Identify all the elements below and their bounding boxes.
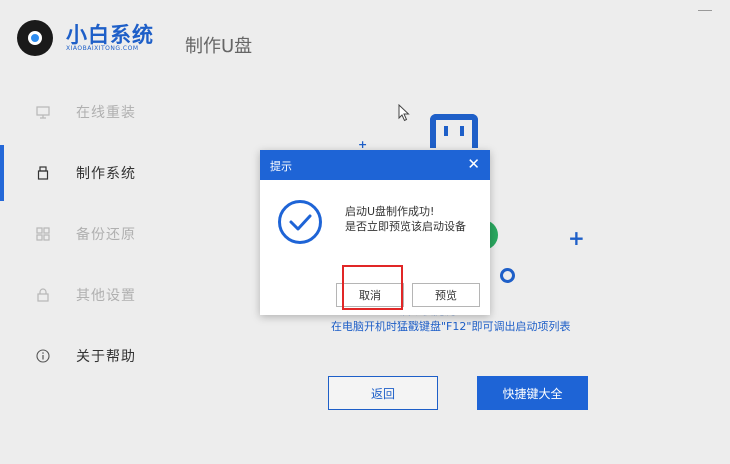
sidebar-item-backup-restore[interactable]: 备份还原 <box>0 214 170 254</box>
sidebar-item-label: 备份还原 <box>76 227 136 243</box>
sidebar-item-make-system[interactable]: 制作系统 <box>0 153 170 193</box>
highlight-annotation <box>342 265 403 310</box>
sidebar-item-online-reinstall[interactable]: 在线重装 <box>0 92 170 132</box>
brand-subtitle: XIAOBAIXITONG.COM <box>66 45 139 52</box>
sidebar-item-other-settings[interactable]: 其他设置 <box>0 275 170 315</box>
sidebar-item-label: 在线重装 <box>76 105 136 121</box>
hotkey-instruction: 在电脑开机时猛戳键盘"F12"即可调出启动项列表 <box>331 320 571 333</box>
dialog-message-question: 是否立即预览该启动设备 <box>345 220 466 233</box>
monitor-icon <box>36 105 50 119</box>
mouse-cursor-icon <box>398 104 410 122</box>
page-title: 制作U盘 <box>185 36 253 57</box>
preview-button[interactable]: 预览 <box>412 283 480 307</box>
info-icon <box>36 349 50 363</box>
sidebar-item-label: 其他设置 <box>76 288 136 304</box>
usb-illustration-icon <box>430 114 478 148</box>
sidebar-item-label: 制作系统 <box>76 166 136 182</box>
header: 小白系统 XIAOBAIXITONG.COM 制作U盘 <box>0 0 730 80</box>
logo-icon <box>17 20 53 56</box>
hotkeys-list-button[interactable]: 快捷键大全 <box>477 376 588 410</box>
plus-icon: + <box>568 226 585 250</box>
ring-decor-icon <box>500 268 515 283</box>
sidebar-item-about-help[interactable]: 关于帮助 <box>0 336 170 376</box>
dialog-message-success: 启动U盘制作成功! <box>345 205 435 218</box>
dialog-header: 提示 ✕ <box>260 150 490 180</box>
grid-icon <box>36 227 50 241</box>
usb-drive-icon <box>36 166 50 180</box>
app-window: 小白系统 XIAOBAIXITONG.COM 制作U盘 在线重装 制作系统 备份… <box>0 0 730 464</box>
sidebar: 在线重装 制作系统 备份还原 其他设置 关于帮助 <box>0 80 170 464</box>
close-icon[interactable]: ✕ <box>467 155 480 173</box>
check-circle-icon <box>278 200 322 244</box>
dialog-title: 提示 <box>270 160 292 173</box>
lock-icon <box>36 288 50 302</box>
sidebar-item-label: 关于帮助 <box>76 349 136 365</box>
back-button[interactable]: 返回 <box>328 376 438 410</box>
minimize-button[interactable] <box>698 6 712 16</box>
